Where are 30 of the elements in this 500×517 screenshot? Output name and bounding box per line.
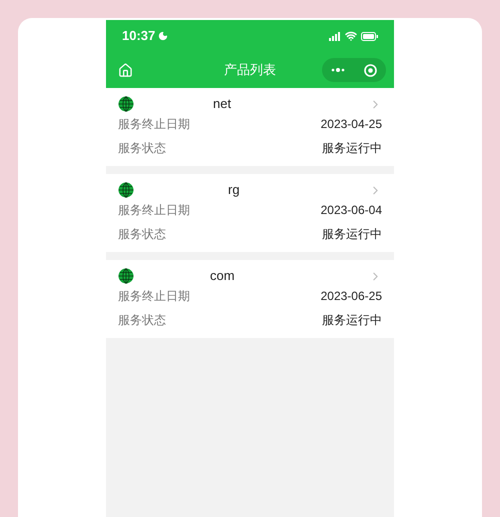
globe-icon xyxy=(118,182,134,198)
field-value: 2023-06-04 xyxy=(320,202,382,219)
battery-icon xyxy=(361,32,378,40)
field-value: 服务运行中 xyxy=(322,226,382,243)
field-label: 服务终止日期 xyxy=(118,288,190,305)
field-label: 服务状态 xyxy=(118,312,166,329)
status-time: 10:37 xyxy=(122,27,156,46)
domain-name: rg xyxy=(227,181,240,200)
capsule-menu[interactable] xyxy=(322,58,386,82)
field-value: 2023-06-25 xyxy=(320,288,382,305)
globe-icon xyxy=(118,96,134,112)
field-label: 服务终止日期 xyxy=(118,116,190,133)
domain-name: com xyxy=(209,267,235,286)
field-value: 服务运行中 xyxy=(322,312,382,329)
nav-title: 产品列表 xyxy=(224,61,276,80)
signal-icon xyxy=(329,32,341,40)
field-value: 服务运行中 xyxy=(322,140,382,157)
moon-icon xyxy=(158,31,168,41)
field-label: 服务状态 xyxy=(118,226,166,243)
domain-name: net xyxy=(212,95,232,114)
home-icon[interactable] xyxy=(118,62,133,78)
globe-icon xyxy=(118,268,134,284)
more-icon[interactable] xyxy=(331,68,346,72)
field-label: 服务状态 xyxy=(118,140,166,157)
product-card[interactable]: com 服务终止日期 2023-06-25 服务状态 服务运行中 xyxy=(106,260,394,338)
product-card[interactable]: net 服务终止日期 2023-04-25 服务状态 服务运行中 xyxy=(106,88,394,166)
field-label: 服务终止日期 xyxy=(118,202,190,219)
product-card[interactable]: rg 服务终止日期 2023-06-04 服务状态 服务运行中 xyxy=(106,174,394,252)
wifi-icon xyxy=(345,30,357,42)
field-value: 2023-04-25 xyxy=(320,116,382,133)
